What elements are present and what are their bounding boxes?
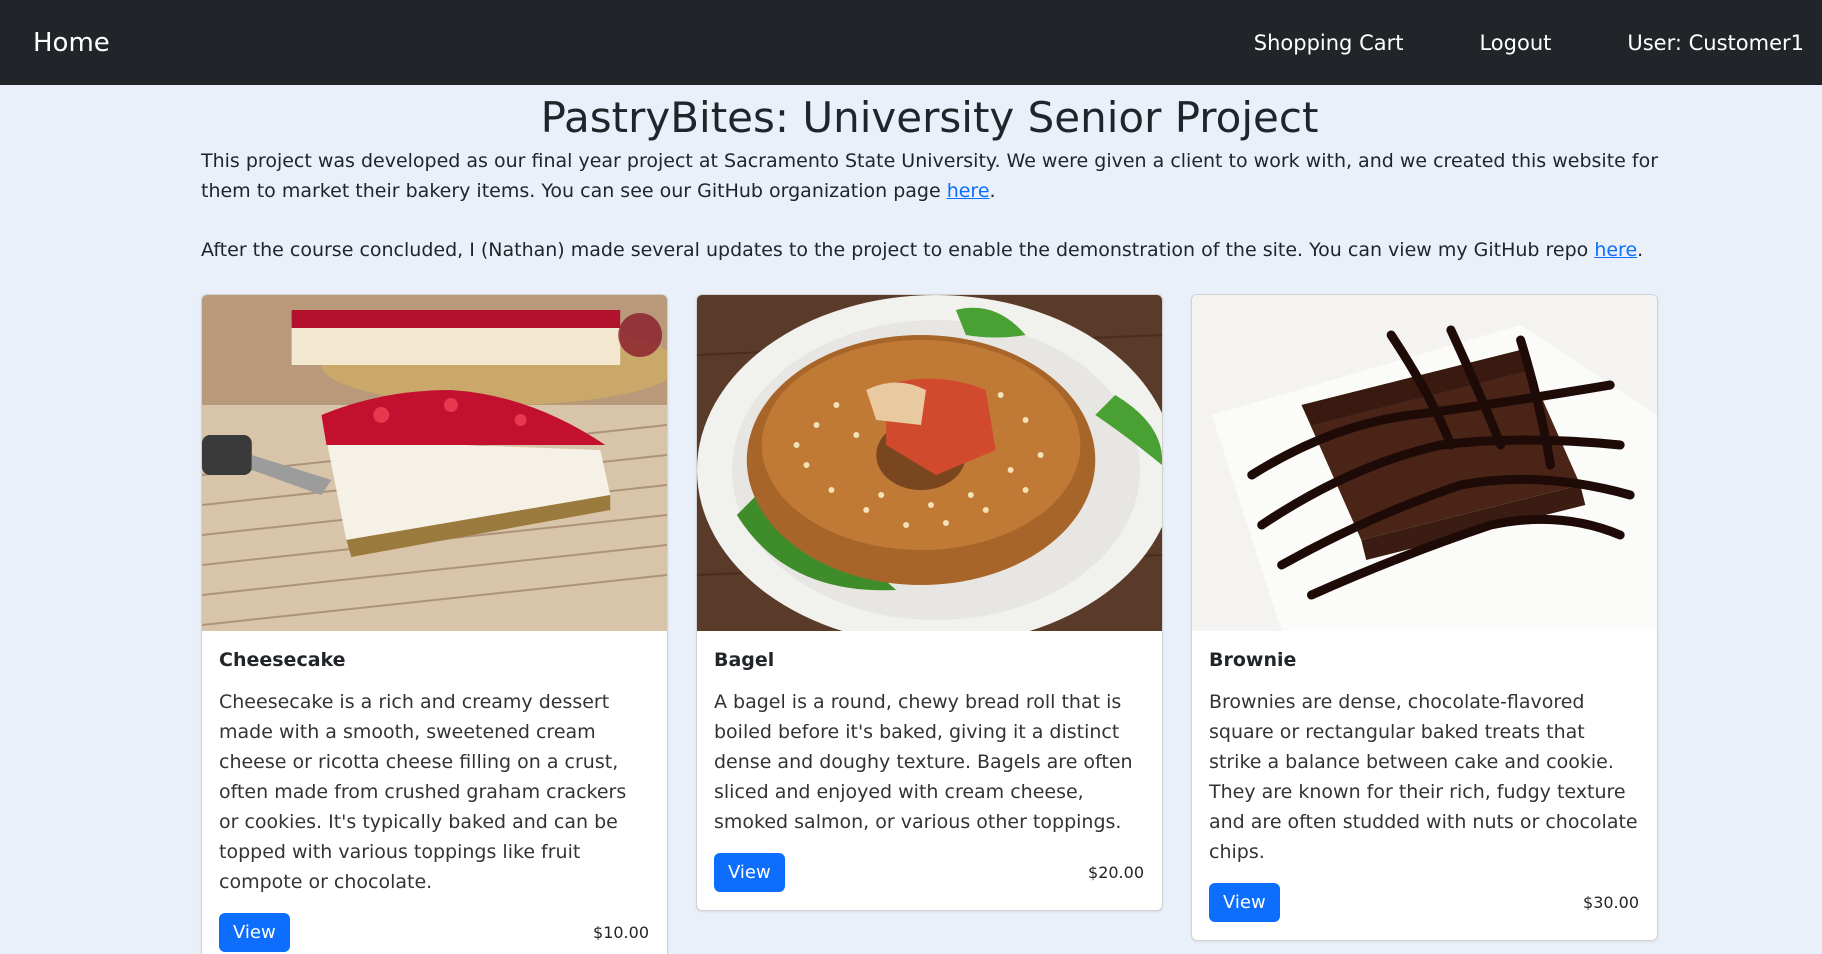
page-title: PastryBites: University Senior Project xyxy=(540,93,1319,142)
user-account-link[interactable]: User: Customer1 xyxy=(1627,31,1804,55)
card-footer: View $10.00 xyxy=(219,913,650,953)
card-body: Cheesecake Cheesecake is a rich and crea… xyxy=(202,631,667,954)
product-card-brownie: Brownie Brownies are dense, chocolate-fl… xyxy=(1191,294,1658,942)
nav-links: Shopping Cart Logout User: Customer1 xyxy=(1178,0,1822,85)
home-link[interactable]: Home xyxy=(33,28,110,58)
main-content: PastryBites: University Senior Project T… xyxy=(201,93,1658,954)
github-org-link[interactable]: here xyxy=(947,180,990,202)
product-name: Bagel xyxy=(714,649,775,672)
shopping-cart-link[interactable]: Shopping Cart xyxy=(1254,31,1404,55)
product-description: A bagel is a round, chewy bread roll tha… xyxy=(714,691,1133,834)
product-description: Cheesecake is a rich and creamy dessert … xyxy=(219,691,627,894)
github-repo-link[interactable]: here xyxy=(1594,239,1637,261)
product-card-bagel: Bagel A bagel is a round, chewy bread ro… xyxy=(696,294,1163,912)
product-name: Brownie xyxy=(1209,649,1297,672)
intro-paragraph-2: After the course concluded, I (Nathan) m… xyxy=(201,235,1658,265)
cheesecake-image xyxy=(202,295,667,632)
logout-link[interactable]: Logout xyxy=(1479,31,1551,55)
view-brownie-button[interactable]: View xyxy=(1209,883,1280,923)
card-body: Brownie Brownies are dense, chocolate-fl… xyxy=(1192,631,1657,940)
bagel-image xyxy=(697,295,1162,632)
card-body: Bagel A bagel is a round, chewy bread ro… xyxy=(697,631,1162,910)
product-card-cheesecake: Cheesecake Cheesecake is a rich and crea… xyxy=(201,294,668,954)
product-price: $20.00 xyxy=(1088,863,1144,883)
view-cheesecake-button[interactable]: View xyxy=(219,913,290,953)
product-name: Cheesecake xyxy=(219,649,346,672)
intro-paragraph-1-text: This project was developed as our final … xyxy=(201,150,1659,203)
brownie-image xyxy=(1192,295,1657,632)
product-description: Brownies are dense, chocolate-flavored s… xyxy=(1209,691,1638,864)
product-price: $10.00 xyxy=(593,923,649,943)
intro-paragraph-1-end: . xyxy=(989,180,996,203)
product-card-grid: Cheesecake Cheesecake is a rich and crea… xyxy=(201,294,1658,954)
card-footer: View $30.00 xyxy=(1209,883,1640,923)
view-bagel-button[interactable]: View xyxy=(714,853,785,893)
product-price: $30.00 xyxy=(1583,893,1639,913)
intro-paragraph-2-text: After the course concluded, I (Nathan) m… xyxy=(201,239,1595,262)
intro-paragraph-2-end: . xyxy=(1637,239,1644,262)
top-navbar: Home Shopping Cart Logout User: Customer… xyxy=(0,0,1822,85)
intro-text: This project was developed as our final … xyxy=(201,146,1658,265)
intro-paragraph-1: This project was developed as our final … xyxy=(201,146,1658,206)
card-footer: View $20.00 xyxy=(714,853,1145,893)
